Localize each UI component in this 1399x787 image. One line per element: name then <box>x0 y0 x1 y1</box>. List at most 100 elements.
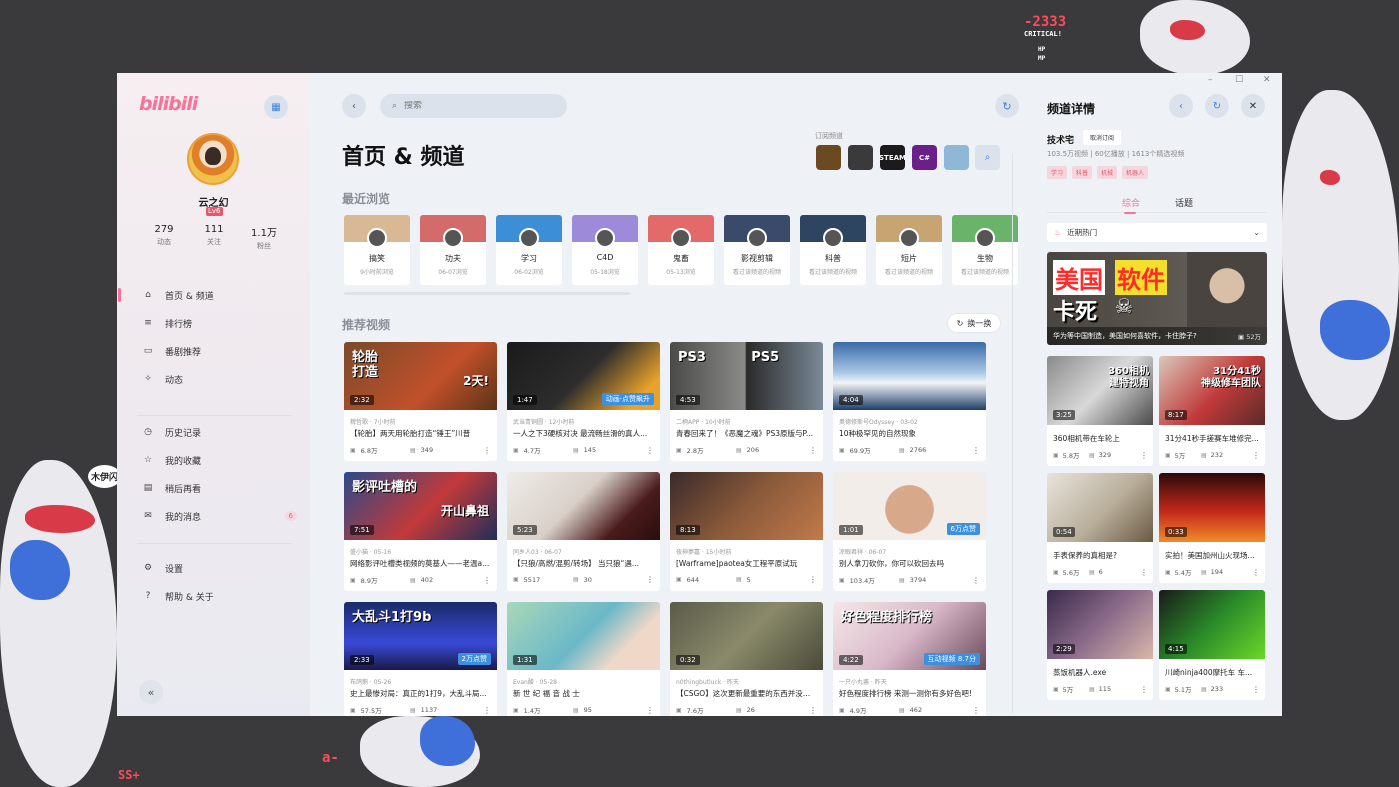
recent-channel-card[interactable]: 搞笑 9小时前浏览 <box>344 215 410 285</box>
video-card[interactable]: 大乱斗1打9b 2:33 2万点赞 布鸽鹅 · 05-26 史上最惨对局：真正的1打9，… <box>344 602 497 716</box>
stat-dynamics[interactable]: 279 动态 <box>139 224 189 251</box>
video-danmu: ▤ 6 <box>1089 568 1125 576</box>
more-options-icon[interactable]: ⋮ <box>1140 568 1148 577</box>
panel-refresh-button[interactable]: ↻ <box>1205 94 1229 118</box>
more-options-icon[interactable]: ⋮ <box>809 706 817 715</box>
search-box[interactable]: ⌕ <box>380 94 567 118</box>
video-duration: 4:04 <box>839 395 863 405</box>
more-options-icon[interactable]: ⋮ <box>1252 568 1260 577</box>
more-options-icon[interactable]: ⋮ <box>646 575 654 584</box>
recent-scrollbar[interactable] <box>344 292 630 295</box>
more-options-icon[interactable]: ⋮ <box>809 575 817 584</box>
channel-video-card[interactable]: 2:29 蒸饭机器人.exe ▣ 5万 ▤ 115 ⋮ <box>1047 590 1153 700</box>
panel-close-button[interactable]: ✕ <box>1241 94 1265 118</box>
channel-tag[interactable]: 学习 <box>1047 166 1068 179</box>
channel-tag[interactable]: 科普 <box>1072 166 1093 179</box>
sort-select[interactable]: ♨ 近期热门 ⌄ <box>1047 223 1267 242</box>
recent-channel-card[interactable]: 功夫 06-07浏览 <box>420 215 486 285</box>
recent-channel-card[interactable]: 影视剪辑 看过该频道的视频 <box>724 215 790 285</box>
play-icon: ▣ <box>1165 451 1171 459</box>
video-views-value: 5.4万 <box>1174 569 1192 577</box>
more-options-icon[interactable]: ⋮ <box>972 706 980 715</box>
more-options-icon[interactable]: ⋮ <box>646 706 654 715</box>
channel-video-card[interactable]: 0:54 手表保养的真相是? ▣ 5.6万 ▤ 6 ⋮ <box>1047 473 1153 583</box>
more-options-icon[interactable]: ⋮ <box>646 446 654 455</box>
tab-topics[interactable]: 话题 <box>1175 196 1193 209</box>
channel-video-card[interactable]: 360相机 建特视角 3:25 360相机带在车轮上 ▣ 5.8万 ▤ 329 ⋮ <box>1047 356 1153 466</box>
more-options-icon[interactable]: ⋮ <box>483 706 491 715</box>
unsubscribe-button[interactable]: 取消订阅 <box>1083 130 1121 145</box>
more-options-icon[interactable]: ⋮ <box>809 446 817 455</box>
video-duration: 3:25 <box>1053 410 1075 420</box>
apps-grid-button[interactable]: ▦ <box>264 95 288 119</box>
channel-tag[interactable]: 机械 <box>1097 166 1118 179</box>
more-options-icon[interactable]: ⋮ <box>1140 451 1148 460</box>
recent-channel-card[interactable]: 短片 看过该频道的视频 <box>876 215 942 285</box>
panel-back-button[interactable]: ‹ <box>1169 94 1193 118</box>
sidebar-item-nav2-2[interactable]: ▤ 稍后再看 <box>133 476 303 500</box>
stat-following[interactable]: 111 关注 <box>189 224 239 251</box>
tab-overview[interactable]: 综合 <box>1122 196 1140 214</box>
channel-video-card[interactable]: 31分41秒 神级修车团队 8:17 31分41秒手搓赛车堆修完... ▣ 5万 ▤ 232… <box>1159 356 1265 466</box>
more-options-icon[interactable]: ⋮ <box>972 446 980 455</box>
collapse-sidebar-button[interactable]: « <box>139 680 163 704</box>
more-options-icon[interactable]: ⋮ <box>972 576 980 585</box>
channel-food-icon[interactable] <box>816 145 841 170</box>
video-card[interactable]: 5:23 同乡人03 · 06-07 【只狼/高燃/混剪/转场】 当只狼“遇... ▣… <box>507 472 660 591</box>
video-tag-badge: 互动视频 8.7分 <box>923 653 980 665</box>
danmu-icon: ▤ <box>899 706 905 714</box>
sidebar-item-nav1-0[interactable]: ⌂ 首页 & 频道 <box>118 283 303 307</box>
recent-channel-name: 科普 <box>825 254 841 263</box>
avatar-face <box>205 147 221 165</box>
back-button[interactable]: ‹ <box>342 94 366 118</box>
avatar[interactable] <box>187 133 239 185</box>
video-card[interactable]: 0:32 n0thingbutluck · 昨天 【CSGO】这次更新最重要的东西并… <box>670 602 823 716</box>
video-card[interactable]: 4:04 奥德修斯号Odyssey · 03-02 10种极罕见的自然现象 ▣ 69.9… <box>833 342 986 461</box>
channel-label: C# <box>918 153 930 162</box>
video-views: ▣ 5517 <box>513 576 573 584</box>
sidebar-item-nav1-2[interactable]: ▭ 番剧推荐 <box>133 339 303 363</box>
more-options-icon[interactable]: ⋮ <box>1140 685 1148 694</box>
sidebar-item-nav1-3[interactable]: ✧ 动态 <box>133 367 303 391</box>
video-card[interactable]: 1:01 6万点赞 凉眼君祥 · 06-07 别人拿刀砍你，你可以砍回去吗 ▣ 103.4… <box>833 472 986 591</box>
channel-video-card[interactable]: 4:15 川崎ninja400摩托车 车... ▣ 5.1万 ▤ 233 ⋮ <box>1159 590 1265 700</box>
more-options-icon[interactable]: ⋮ <box>1252 451 1260 460</box>
recent-channel-card[interactable]: C4D 05-18浏览 <box>572 215 638 285</box>
recent-channel-card[interactable]: 学习 06-02浏览 <box>496 215 562 285</box>
channel-video-card[interactable]: 0:33 实拍！美国加州山火现场... ▣ 5.4万 ▤ 194 ⋮ <box>1159 473 1265 583</box>
channel-csharp-icon[interactable]: C# <box>912 145 937 170</box>
video-card[interactable]: 好色程度排行榜 4:22 互动视频 8.7分 一只小丸酱 · 昨天 好色程度排行榜 来测… <box>833 602 986 716</box>
sidebar-item-nav3-0[interactable]: ⚙ 设置 <box>133 556 303 580</box>
video-card[interactable]: PS3 PS5 4:53 二柄APP · 10小时前 青春回来了！《恶魔之魂》PS3原… <box>670 342 823 461</box>
thumbnail-overlay-text: PS3 PS5 <box>678 350 780 365</box>
video-card[interactable]: 影评吐槽的 开山鼻祖 7:51 盛小猫 · 05-16 网络影评吐槽类视频的莫基人——老… <box>344 472 497 591</box>
search-input[interactable] <box>404 101 545 111</box>
sidebar-item-nav2-3[interactable]: ✉ 我的消息 6 <box>133 504 303 528</box>
channel-tag[interactable]: 机器人 <box>1122 166 1149 179</box>
channel-tech-icon[interactable] <box>944 145 969 170</box>
recent-channel-card[interactable]: 鬼畜 05-13浏览 <box>648 215 714 285</box>
featured-video[interactable]: 美国 软件 卡死 ☠ 华为等中国制造，美国如何喜软件，卡住脖子? ▣ 52万 <box>1047 252 1267 345</box>
video-card[interactable]: 1:31 Evan酸 · 05-28 新 世 纪 福 音 战 士 ▣ 1.4万 ▤ 95 ⋮ <box>507 602 660 716</box>
more-options-icon[interactable]: ⋮ <box>483 446 491 455</box>
sidebar-item-nav2-1[interactable]: ☆ 我的收藏 <box>133 448 303 472</box>
recent-channel-card[interactable]: 科普 看过该频道的视频 <box>800 215 866 285</box>
sidebar-item-nav2-0[interactable]: ◷ 历史记录 <box>133 420 303 444</box>
channel-steam-icon[interactable]: STEAM <box>879 145 906 170</box>
sidebar-item-nav3-1[interactable]: ? 帮助 & 关于 <box>133 584 303 608</box>
video-card[interactable]: 1:47 动画·点赞飙升 武当青铜圆 · 12小时前 一人之下3硬核对决 最流畅丝滑的… <box>507 342 660 461</box>
channel-game-icon[interactable] <box>848 145 873 170</box>
bilibili-logo[interactable]: bilibili <box>139 93 198 115</box>
more-options-icon[interactable]: ⋮ <box>1252 685 1260 694</box>
channel-detail-panel: 频道详情 ‹ ↻ ✕ 技术宅 取消订阅 103.5万视频 | 60亿播放 | 1… <box>1032 73 1282 716</box>
video-card[interactable]: 轮胎 打造 2天! 2:32 稗哲歌 · 7小时前 【轮胎】两天用轮胎打造“锤王”川普 ▣… <box>344 342 497 461</box>
sidebar-item-nav1-1[interactable]: ≡ 排行榜 <box>133 311 303 335</box>
video-card[interactable]: 8:13 夜神夢嘉 · 15小时前 [Warframe]paotea女工程平原试玩 ▣… <box>670 472 823 591</box>
stat-fans[interactable]: 1.1万 粉丝 <box>239 224 289 251</box>
more-options-icon[interactable]: ⋮ <box>483 576 491 585</box>
channel-search-button[interactable]: ⌕ <box>975 145 1000 170</box>
recent-channel-card[interactable]: 生物 看过该频道的视频 <box>952 215 1018 285</box>
shuffle-button[interactable]: ↻ 换一换 <box>947 313 1001 333</box>
refresh-button[interactable]: ↻ <box>995 94 1019 118</box>
recent-channel-time: 9小时前浏览 <box>360 269 394 276</box>
